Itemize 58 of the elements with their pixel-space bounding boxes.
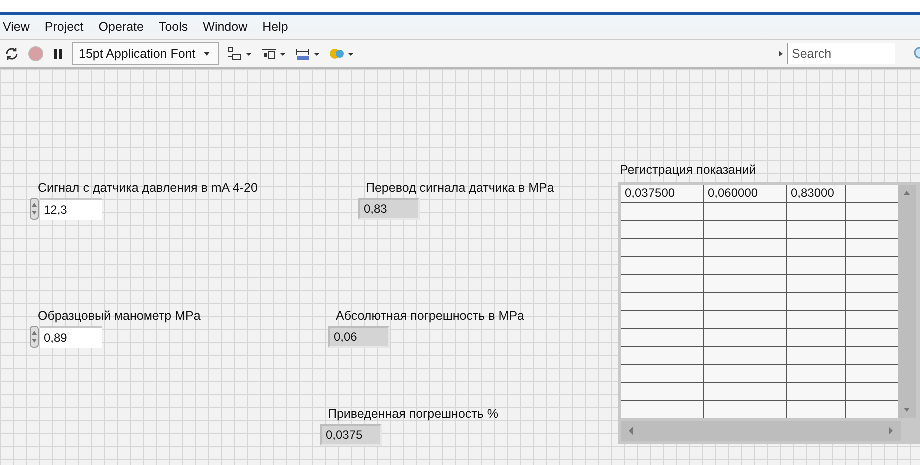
run-continuously-icon[interactable] [4,46,20,62]
vertical-scrollbar[interactable] [898,185,916,418]
control-label: Абсолютная погрешность в MPa [335,309,524,323]
table-cell: 0,83000 [787,185,845,202]
table-cell [846,257,898,274]
table-cell [787,329,845,346]
table-cell [787,293,845,310]
table-cell [846,311,898,328]
table-cell [787,221,845,238]
table-cell [787,311,845,328]
search-icon[interactable] [912,46,920,62]
increment-decrement-icon[interactable] [30,326,39,348]
search-field[interactable]: Search [787,43,895,64]
table-cell [787,401,845,418]
table-cell [846,239,898,256]
numeric-control[interactable]: 0,89 [40,326,102,348]
control-label: Образцовый манометр MPa [37,309,201,323]
horizontal-scrollbar[interactable] [621,421,901,441]
increment-decrement-icon[interactable] [30,198,39,220]
table-cell [787,275,845,292]
numeric-indicator: 0,06 [328,326,390,348]
table-cell [846,275,898,292]
caret-icon [204,52,210,56]
table-cell [846,383,898,400]
menu-item[interactable]: Window [202,20,249,34]
table-cell [846,293,898,310]
font-dropdown[interactable]: 15pt Application Font [72,42,219,65]
table-cell [846,329,898,346]
table-cell: 0,037500 [621,185,703,202]
control-label: Перевод сигнала датчика в MPa [365,181,554,195]
table-cell [846,221,898,238]
pause-icon[interactable] [52,46,64,60]
numeric-control[interactable]: 12,3 [40,198,102,220]
numeric-indicator: 0,83 [358,198,420,220]
table-cell [787,203,845,220]
table-cell [846,401,898,418]
numeric-indicator: 0,0375 [320,424,382,446]
abort-icon[interactable] [28,46,44,62]
table-cell [846,365,898,382]
menu-item[interactable]: View [2,20,31,34]
menu-item[interactable]: Help [262,20,290,34]
table-cell [787,365,845,382]
table-cell [846,203,898,220]
table-label: Регистрация показаний [619,163,758,177]
align-objects-icon[interactable] [226,46,253,62]
menu-item[interactable]: Project [44,20,85,34]
table-cell [787,347,845,364]
table-cell [787,383,845,400]
control-label: Приведенная погрешность % [327,407,498,421]
table-cell: 0,060000 [704,185,786,202]
table-cell [846,185,898,202]
dropdown-arrow-icon[interactable] [779,50,783,56]
control-label: Сигнал с датчика давления в mA 4-20 [37,181,258,195]
menu-item[interactable]: Operate [98,20,145,34]
menu-item[interactable]: Tools [158,20,190,34]
table-cell [787,239,845,256]
table-cell [787,257,845,274]
table-cell [846,347,898,364]
